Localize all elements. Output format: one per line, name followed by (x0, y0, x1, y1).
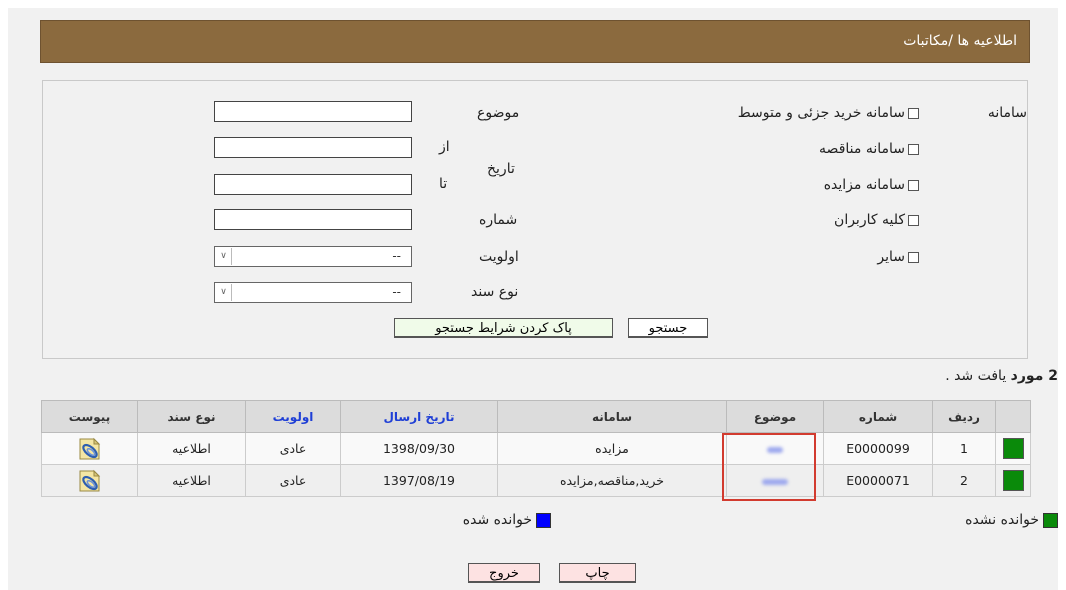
results-count: 2 مورد یافت شد . (945, 368, 1058, 384)
status-cell (995, 432, 1031, 465)
attachment-icon[interactable] (75, 468, 105, 494)
date-to-input[interactable] (214, 174, 412, 195)
subject-input[interactable] (214, 101, 412, 122)
table-header-row: ردیف شماره موضوع سامانه تاریخ ارسال اولو… (41, 400, 1031, 433)
doc-type-select[interactable]: ∨ -- (214, 282, 412, 303)
checkbox-tender[interactable]: سامانه مناقصه (819, 141, 919, 157)
col-system: سامانه (497, 400, 727, 433)
checkbox-box[interactable] (908, 107, 919, 119)
unread-status-icon (1002, 470, 1024, 491)
doc-type-cell: اطلاعیه (137, 432, 246, 465)
subject-link-blurred[interactable] (762, 478, 788, 485)
doc-type-cell: اطلاعیه (137, 464, 246, 497)
number-cell: E0000099 (823, 432, 933, 465)
chevron-down-icon[interactable]: ∨ (216, 248, 232, 265)
page-title: اطلاعیه ها /مکاتبات (903, 33, 1017, 49)
send-date-cell: 1398/09/30 (340, 432, 498, 465)
checkbox-label: سایر (877, 249, 905, 265)
col-priority[interactable]: اولویت (245, 400, 341, 433)
system-label: سامانه (987, 105, 1027, 121)
attachment-icon[interactable] (75, 436, 105, 462)
date-label: تاریخ (487, 161, 515, 177)
results-count-suffix: یافت شد . (945, 368, 1007, 384)
col-doc-type: نوع سند (137, 400, 246, 433)
legend-unread: خوانده نشده (965, 512, 1058, 528)
unread-swatch (1043, 512, 1058, 528)
legend-unread-label: خوانده نشده (965, 512, 1039, 528)
row-index-cell: 2 (932, 464, 996, 497)
date-to-label: تا (439, 176, 448, 192)
system-cell: مزایده (497, 432, 727, 465)
col-attachment: پیوست (41, 400, 138, 433)
checkbox-label: سامانه خرید جزئی و متوسط (737, 105, 905, 121)
col-subject: موضوع (726, 400, 824, 433)
subject-label: موضوع (477, 105, 520, 121)
subject-cell[interactable] (726, 464, 824, 497)
doc-type-label: نوع سند (471, 284, 519, 300)
col-send-date[interactable]: تاریخ ارسال (340, 400, 498, 433)
results-count-number: 2 مورد (1010, 368, 1058, 384)
attachment-cell[interactable] (41, 432, 138, 465)
checkbox-label: کلیه کاربران (834, 212, 905, 228)
priority-cell: عادی (245, 432, 341, 465)
search-button[interactable]: جستجو (628, 318, 708, 338)
chevron-down-icon[interactable]: ∨ (216, 284, 232, 301)
results-table: ردیف شماره موضوع سامانه تاریخ ارسال اولو… (41, 400, 1031, 497)
clear-search-button[interactable]: پاک کردن شرایط جستجو (394, 318, 613, 338)
doc-type-select-value: -- (392, 285, 401, 299)
date-from-input[interactable] (214, 137, 412, 158)
col-row-index: ردیف (932, 400, 996, 433)
table-row[interactable]: 2 E0000071 خرید,مناقصه,مزایده 1397/08/19… (41, 464, 1031, 497)
checkbox-box[interactable] (908, 143, 919, 155)
col-number: شماره (823, 400, 933, 433)
table-row[interactable]: 1 E0000099 مزایده 1398/09/30 عادی اطلاعی… (41, 432, 1031, 465)
legend-read: خوانده شده (463, 512, 551, 528)
col-status (995, 400, 1031, 433)
read-swatch (536, 512, 551, 528)
subject-cell[interactable] (726, 432, 824, 465)
exit-button[interactable]: خروج (468, 563, 540, 583)
checkbox-auction[interactable]: سامانه مزایده (824, 177, 919, 193)
date-from-label: از (439, 139, 450, 155)
page-header: اطلاعیه ها /مکاتبات (40, 20, 1030, 63)
priority-cell: عادی (245, 464, 341, 497)
checkbox-all-users[interactable]: کلیه کاربران (834, 212, 919, 228)
number-label: شماره (479, 212, 518, 228)
number-cell: E0000071 (823, 464, 933, 497)
checkbox-label: سامانه مزایده (823, 177, 905, 193)
subject-link-blurred[interactable] (767, 446, 783, 453)
checkbox-minor-purchase[interactable]: سامانه خرید جزئی و متوسط (738, 105, 919, 121)
checkbox-label: سامانه مناقصه (819, 141, 905, 157)
unread-status-icon (1002, 438, 1024, 459)
attachment-cell[interactable] (41, 464, 138, 497)
checkbox-other[interactable]: سایر (877, 249, 919, 265)
checkbox-box[interactable] (908, 214, 919, 226)
row-index-cell: 1 (932, 432, 996, 465)
status-cell (995, 464, 1031, 497)
priority-select[interactable]: ∨ -- (214, 246, 412, 267)
priority-label: اولویت (479, 249, 519, 265)
legend-read-label: خوانده شده (462, 512, 532, 528)
number-input[interactable] (214, 209, 412, 230)
print-button[interactable]: چاپ (559, 563, 636, 583)
priority-select-value: -- (392, 249, 401, 263)
search-panel: سامانه سامانه خرید جزئی و متوسط سامانه م… (42, 80, 1028, 359)
checkbox-box[interactable] (908, 179, 919, 191)
system-cell: خرید,مناقصه,مزایده (497, 464, 727, 497)
send-date-cell: 1397/08/19 (340, 464, 498, 497)
checkbox-box[interactable] (908, 251, 919, 263)
